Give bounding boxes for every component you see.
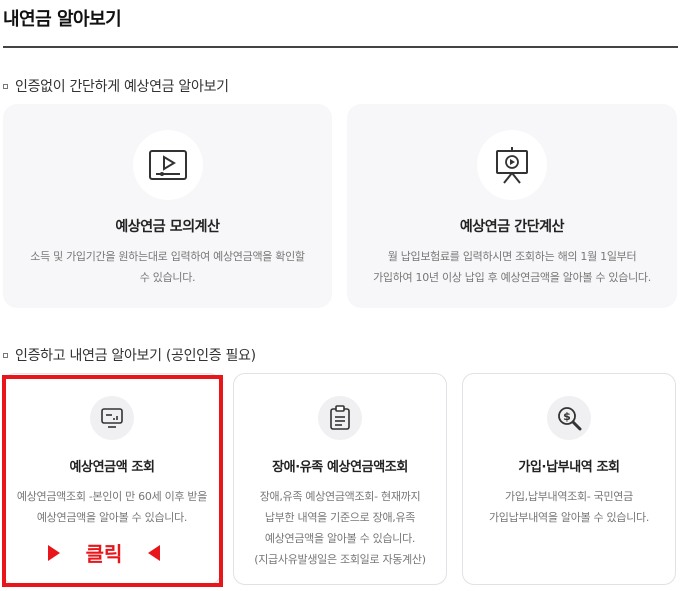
card-description: 월 납입보험료를 입력하시면 조회하는 해의 1월 1일부터 가입하여 10년 … — [373, 250, 651, 284]
arrow-right-icon — [48, 544, 60, 561]
video-player-icon — [132, 130, 203, 200]
section-heading-label: 인증없이 간단하게 예상연금 알아보기 — [15, 79, 229, 95]
click-annotation: 클릭 — [48, 538, 160, 567]
section-heading-with-auth: 인증하고 내연금 알아보기 (공인인증 필요) — [3, 345, 256, 365]
card-description: 장애,유족 예상연금액조회- 현재까지 납부한 내역을 기준으로 장애,유족 예… — [254, 490, 426, 566]
card-mock-calculation[interactable]: 예상연금 모의계산 소득 및 가입기간을 원하는대로 입력하여 예상연금액을 확… — [3, 104, 332, 308]
card-subscription-payment-inquiry[interactable]: $ 가입·납부내역 조회 가입,납부내역조회- 국민연금 가입납부내역을 알아볼… — [462, 373, 676, 585]
clipboard-icon — [318, 396, 362, 440]
presentation-board-icon — [477, 130, 547, 200]
section-heading-no-auth: 인증없이 간단하게 예상연금 알아보기 — [3, 76, 229, 96]
card-description: 가입,납부내역조회- 국민연금 가입납부내역을 알아볼 수 있습니다. — [488, 490, 650, 524]
arrow-left-icon — [148, 544, 160, 561]
card-title: 예상연금 간단계산 — [459, 219, 565, 235]
card-disability-survivor-inquiry[interactable]: 장애·유족 예상연금액조회 장애,유족 예상연금액조회- 현재까지 납부한 내역… — [233, 373, 447, 585]
title-divider — [3, 46, 678, 48]
bullet-square-icon — [3, 83, 8, 89]
card-description: 소득 및 가입기간을 원하는대로 입력하여 예상연금액을 확인할 수 있습니다. — [30, 250, 305, 284]
section-heading-label: 인증하고 내연금 알아보기 (공인인증 필요) — [15, 348, 256, 364]
card-title: 예상연금 모의계산 — [115, 219, 220, 235]
click-label-text: 클릭 — [85, 542, 123, 566]
card-simple-calculation[interactable]: 예상연금 간단계산 월 납입보험료를 입력하시면 조회하는 해의 1월 1일부터… — [347, 104, 677, 308]
svg-text:$: $ — [563, 410, 571, 423]
card-title: 장애·유족 예상연금액조회 — [272, 460, 408, 475]
dollar-search-icon: $ — [547, 396, 591, 440]
page-title: 내연금 알아보기 — [3, 9, 122, 30]
bullet-square-icon — [3, 352, 8, 358]
card-title: 가입·납부내역 조회 — [518, 460, 620, 475]
